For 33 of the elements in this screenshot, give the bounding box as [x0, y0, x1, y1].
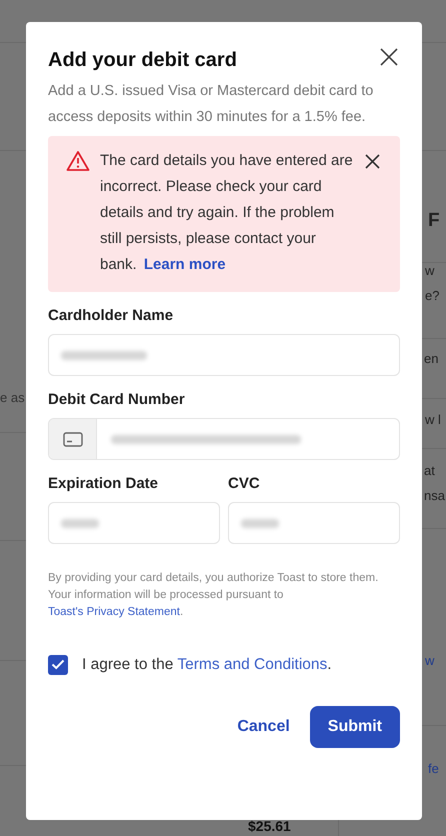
input-field[interactable]	[48, 502, 220, 544]
field-label: Cardholder Name	[48, 306, 174, 326]
submit-button[interactable]: Submit	[310, 706, 400, 748]
warning-icon	[66, 150, 90, 172]
section-heading: F	[428, 212, 440, 229]
close-icon[interactable]	[365, 154, 380, 169]
dialog-title: Add your debit card	[48, 48, 237, 73]
question-text: w	[425, 262, 434, 279]
amount-text: $25.61	[248, 818, 291, 835]
question-text: nsa	[424, 487, 445, 504]
checkbox[interactable]	[48, 654, 68, 675]
alert-message: The card details you have entered are incorrect. Please check your card details and try again. If the problem still persists, please contact your bank. Learn more	[100, 151, 354, 275]
field-label: Debit Card Number	[48, 390, 186, 410]
question-text: at	[424, 462, 435, 479]
close-icon[interactable]	[380, 48, 398, 66]
input-field[interactable]	[228, 502, 400, 544]
learn-more-link[interactable]: Learn more	[144, 256, 226, 273]
input-field[interactable]	[48, 418, 400, 460]
terms-link[interactable]: Terms and Conditions	[177, 656, 328, 673]
privacy-link[interactable]: Toast's Privacy Statement	[48, 606, 180, 618]
credit-card-icon	[62, 432, 82, 446]
question-text: en	[424, 350, 438, 367]
input-field[interactable]	[48, 334, 400, 376]
question-text: w l	[425, 411, 441, 428]
question-text: e?	[425, 287, 440, 304]
field-label: CVC	[228, 474, 261, 494]
dialog-description: Add a U.S. issued Visa or Mastercard debit card to access deposits within 30 minutes for a 1.5% fee.	[48, 82, 374, 127]
body-text: e as	[0, 389, 25, 406]
cancel-button[interactable]: Cancel	[235, 706, 292, 748]
agreement-text: I agree to the Terms and Conditions.	[82, 655, 332, 675]
checkmark-icon	[51, 659, 65, 670]
disclaimer-text: By providing your card details, you authorize Toast to store them. Your information will be processed pursuant to Toast's Privacy Statement.	[48, 571, 380, 620]
field-label: Expiration Date	[48, 474, 160, 494]
